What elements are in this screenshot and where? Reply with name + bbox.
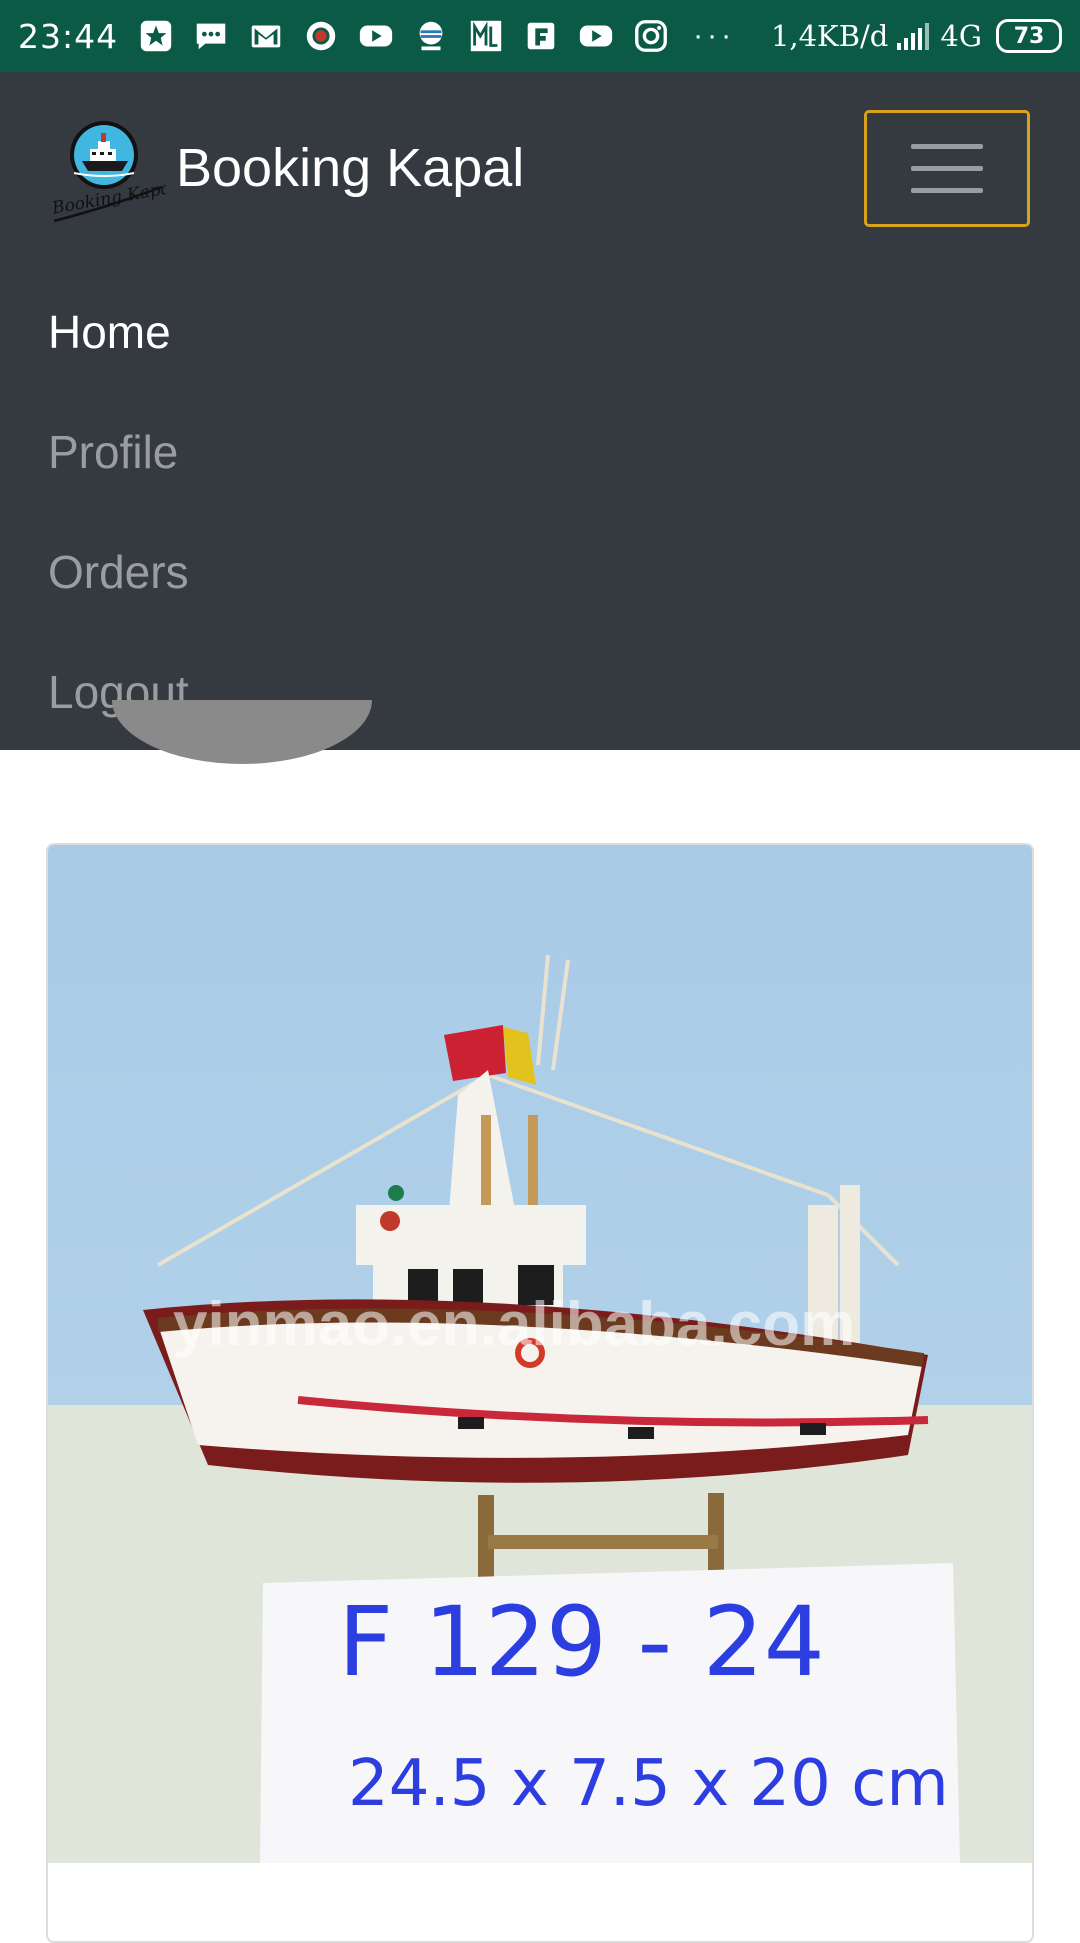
star-app-icon — [136, 16, 176, 56]
brand-name: Booking Kapal — [176, 138, 525, 198]
signal-icon — [897, 23, 930, 50]
battery-icon: 73 — [996, 19, 1062, 53]
nav-link-home[interactable]: Home — [48, 272, 189, 392]
status-bar: 23:44 ··· 1,4KB/d 4G 73 — [0, 0, 1080, 72]
hamburger-icon-bar — [911, 144, 983, 149]
message-icon — [191, 16, 231, 56]
network-type: 4G — [940, 19, 982, 53]
weather-icon — [411, 16, 451, 56]
flipboard-icon — [521, 16, 561, 56]
navbar: Booking Kapal Booking Kapal Home Profile… — [0, 72, 1080, 750]
ml-icon — [466, 16, 506, 56]
network-speed: 1,4KB/d — [770, 19, 889, 53]
battery-level: 73 — [1013, 23, 1045, 49]
hamburger-icon-bar — [911, 188, 983, 193]
nav-link-orders[interactable]: Orders — [48, 512, 189, 632]
notification-icons — [136, 16, 671, 56]
brand[interactable]: Booking Kapal Booking Kapal — [48, 117, 524, 229]
instagram-icon — [631, 16, 671, 56]
gmail-icon — [246, 16, 286, 56]
menu-toggle-button[interactable] — [864, 110, 1030, 227]
product-card[interactable]: yinmao.en.alibaba.com F 129 - 24 24.5 x … — [46, 843, 1034, 1943]
status-time: 23:44 — [18, 16, 119, 56]
nav-link-profile[interactable]: Profile — [48, 392, 189, 512]
hamburger-icon-bar — [911, 166, 983, 171]
ship-model-image: yinmao.en.alibaba.com F 129 - 24 24.5 x … — [48, 845, 1032, 1863]
status-right: 1,4KB/d 4G 73 — [771, 19, 1062, 53]
partial-hidden-image — [112, 700, 372, 764]
youtube-icon — [356, 16, 396, 56]
image-watermark: yinmao.en.alibaba.com — [173, 1290, 855, 1359]
youtube-icon — [576, 16, 616, 56]
nav-menu: Home Profile Orders Logout — [48, 272, 189, 752]
record-icon — [301, 16, 341, 56]
sign-model-code: F 129 - 24 — [338, 1586, 825, 1698]
sign-dimensions: 24.5 x 7.5 x 20 cm — [348, 1747, 949, 1821]
more-notifications-icon: ··· — [693, 19, 736, 52]
ship-logo-icon: Booking Kapal — [50, 121, 166, 223]
